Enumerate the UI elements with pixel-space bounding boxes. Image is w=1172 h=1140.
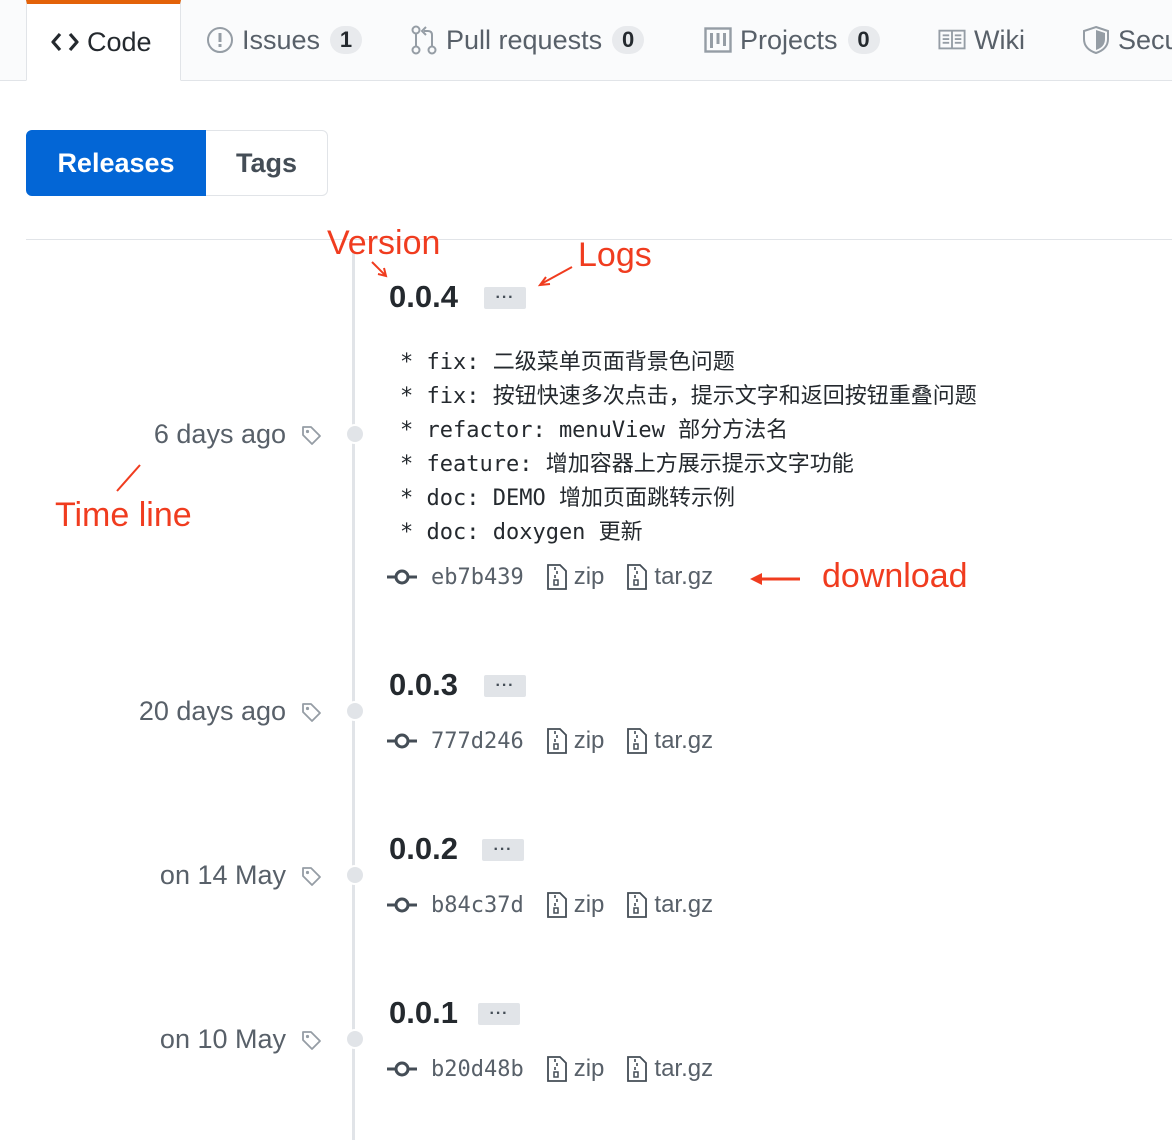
commit-sha[interactable]: eb7b439 xyxy=(431,565,524,590)
targz-download-link[interactable]: tar.gz xyxy=(626,1055,713,1083)
file-zip-icon xyxy=(627,564,648,590)
release-note: * feature: 增加容器上方展示提示文字功能 xyxy=(400,452,854,477)
annotation-logs: Logs xyxy=(578,236,652,274)
shield-icon xyxy=(1082,25,1110,55)
commit-sha[interactable]: b84c37d xyxy=(431,893,524,918)
toggle-notes-button[interactable]: ··· xyxy=(484,287,526,309)
annotation-version: Version xyxy=(327,224,441,262)
zip-label: zip xyxy=(573,563,605,590)
zip-label: zip xyxy=(573,727,605,754)
tab-projects[interactable]: Projects 0 xyxy=(704,0,880,80)
tag-icon xyxy=(302,703,321,722)
pull-requests-counter: 0 xyxy=(612,26,645,54)
file-zip-icon xyxy=(546,728,567,754)
zip-download-link[interactable]: zip xyxy=(546,727,605,755)
release-version[interactable]: 0.0.3 xyxy=(389,667,458,703)
annotation-arrow-download xyxy=(750,573,800,585)
timeline-dot xyxy=(345,701,365,721)
tab-security[interactable]: Secu xyxy=(1082,0,1172,80)
project-icon xyxy=(704,26,732,54)
release-assets: eb7b439 zip tar.gz xyxy=(387,561,735,593)
issues-counter: 1 xyxy=(330,26,363,54)
release-note: * refactor: menuView 部分方法名 xyxy=(400,418,789,443)
targz-download-link[interactable]: tar.gz xyxy=(626,563,713,591)
release-date: 6 days ago xyxy=(153,419,286,449)
release-assets: 777d246 zip tar.gz xyxy=(387,725,735,757)
file-zip-icon xyxy=(546,892,567,918)
timeline-dot xyxy=(345,424,365,444)
toggle-notes-button[interactable]: ··· xyxy=(478,1003,520,1025)
timeline-dot xyxy=(345,865,365,885)
zip-download-link[interactable]: zip xyxy=(546,1055,605,1083)
repo-nav: Code Issues 1 Pull requests 0 Projects 0… xyxy=(0,0,1172,81)
releases-tags-toggle: Releases Tags xyxy=(26,130,328,196)
commit-icon xyxy=(387,897,417,913)
release-notes: * fix: 二级菜单页面背景色问题 * fix: 按钮快速多次点击，提示文字和… xyxy=(400,346,977,550)
zip-label: zip xyxy=(573,891,605,918)
file-zip-icon xyxy=(546,1056,567,1082)
code-icon xyxy=(51,28,79,56)
issue-icon xyxy=(206,26,234,54)
tab-pull-requests[interactable]: Pull requests 0 xyxy=(410,0,645,80)
tab-label: Wiki xyxy=(974,24,1025,55)
release-assets: b20d48b zip tar.gz xyxy=(387,1053,735,1085)
targz-label: tar.gz xyxy=(654,891,714,918)
tag-icon xyxy=(302,1031,321,1050)
pull-request-icon xyxy=(410,25,438,55)
commit-icon xyxy=(387,1061,417,1077)
targz-download-link[interactable]: tar.gz xyxy=(626,891,713,919)
commit-icon xyxy=(387,733,417,749)
release-note: * fix: 二级菜单页面背景色问题 xyxy=(400,350,735,375)
release-date: on 14 May xyxy=(159,860,286,890)
release-date: on 10 May xyxy=(159,1024,286,1054)
tab-code[interactable]: Code xyxy=(26,0,181,81)
file-zip-icon xyxy=(627,728,648,754)
zip-label: zip xyxy=(573,1055,605,1082)
release-note: * doc: DEMO 增加页面跳转示例 xyxy=(400,486,735,511)
tab-label: Code xyxy=(87,26,152,57)
annotation-arrow-timeline xyxy=(116,464,141,492)
annotation-arrow-version xyxy=(371,261,388,278)
tab-wiki[interactable]: Wiki xyxy=(938,0,1025,80)
tab-issues[interactable]: Issues 1 xyxy=(206,0,363,80)
targz-label: tar.gz xyxy=(654,1055,714,1082)
releases-button[interactable]: Releases xyxy=(26,130,206,196)
release-version[interactable]: 0.0.2 xyxy=(389,831,458,867)
commit-sha[interactable]: b20d48b xyxy=(431,1057,524,1082)
release-version[interactable]: 0.0.4 xyxy=(389,279,458,315)
file-zip-icon xyxy=(627,892,648,918)
tab-label: Pull requests xyxy=(446,24,603,55)
annotation-download: download xyxy=(822,557,968,595)
projects-counter: 0 xyxy=(847,26,880,54)
targz-label: tar.gz xyxy=(654,563,714,590)
release-assets: b84c37d zip tar.gz xyxy=(387,889,735,921)
toggle-notes-button[interactable]: ··· xyxy=(484,675,526,697)
tag-icon xyxy=(302,867,321,886)
tag-icon xyxy=(302,426,321,445)
targz-download-link[interactable]: tar.gz xyxy=(626,727,713,755)
file-zip-icon xyxy=(546,564,567,590)
toggle-notes-button[interactable]: ··· xyxy=(482,839,524,861)
release-note: * doc: doxygen 更新 xyxy=(400,520,643,545)
timeline-line xyxy=(352,252,355,1140)
release-note: * fix: 按钮快速多次点击，提示文字和返回按钮重叠问题 xyxy=(400,384,977,409)
file-zip-icon xyxy=(627,1056,648,1082)
timeline-dot xyxy=(345,1029,365,1049)
targz-label: tar.gz xyxy=(654,727,714,754)
tab-label: Secu xyxy=(1118,24,1172,55)
tags-button[interactable]: Tags xyxy=(206,130,328,196)
annotation-timeline: Time line xyxy=(55,496,192,534)
release-version[interactable]: 0.0.1 xyxy=(389,995,458,1031)
annotation-arrow-logs xyxy=(537,266,573,287)
commit-sha[interactable]: 777d246 xyxy=(431,729,524,754)
book-icon xyxy=(938,26,966,54)
tab-label: Issues xyxy=(242,24,321,55)
zip-download-link[interactable]: zip xyxy=(546,891,605,919)
release-date: 20 days ago xyxy=(138,696,286,726)
commit-icon xyxy=(387,569,417,585)
zip-download-link[interactable]: zip xyxy=(546,563,605,591)
tab-label: Projects xyxy=(740,24,838,55)
